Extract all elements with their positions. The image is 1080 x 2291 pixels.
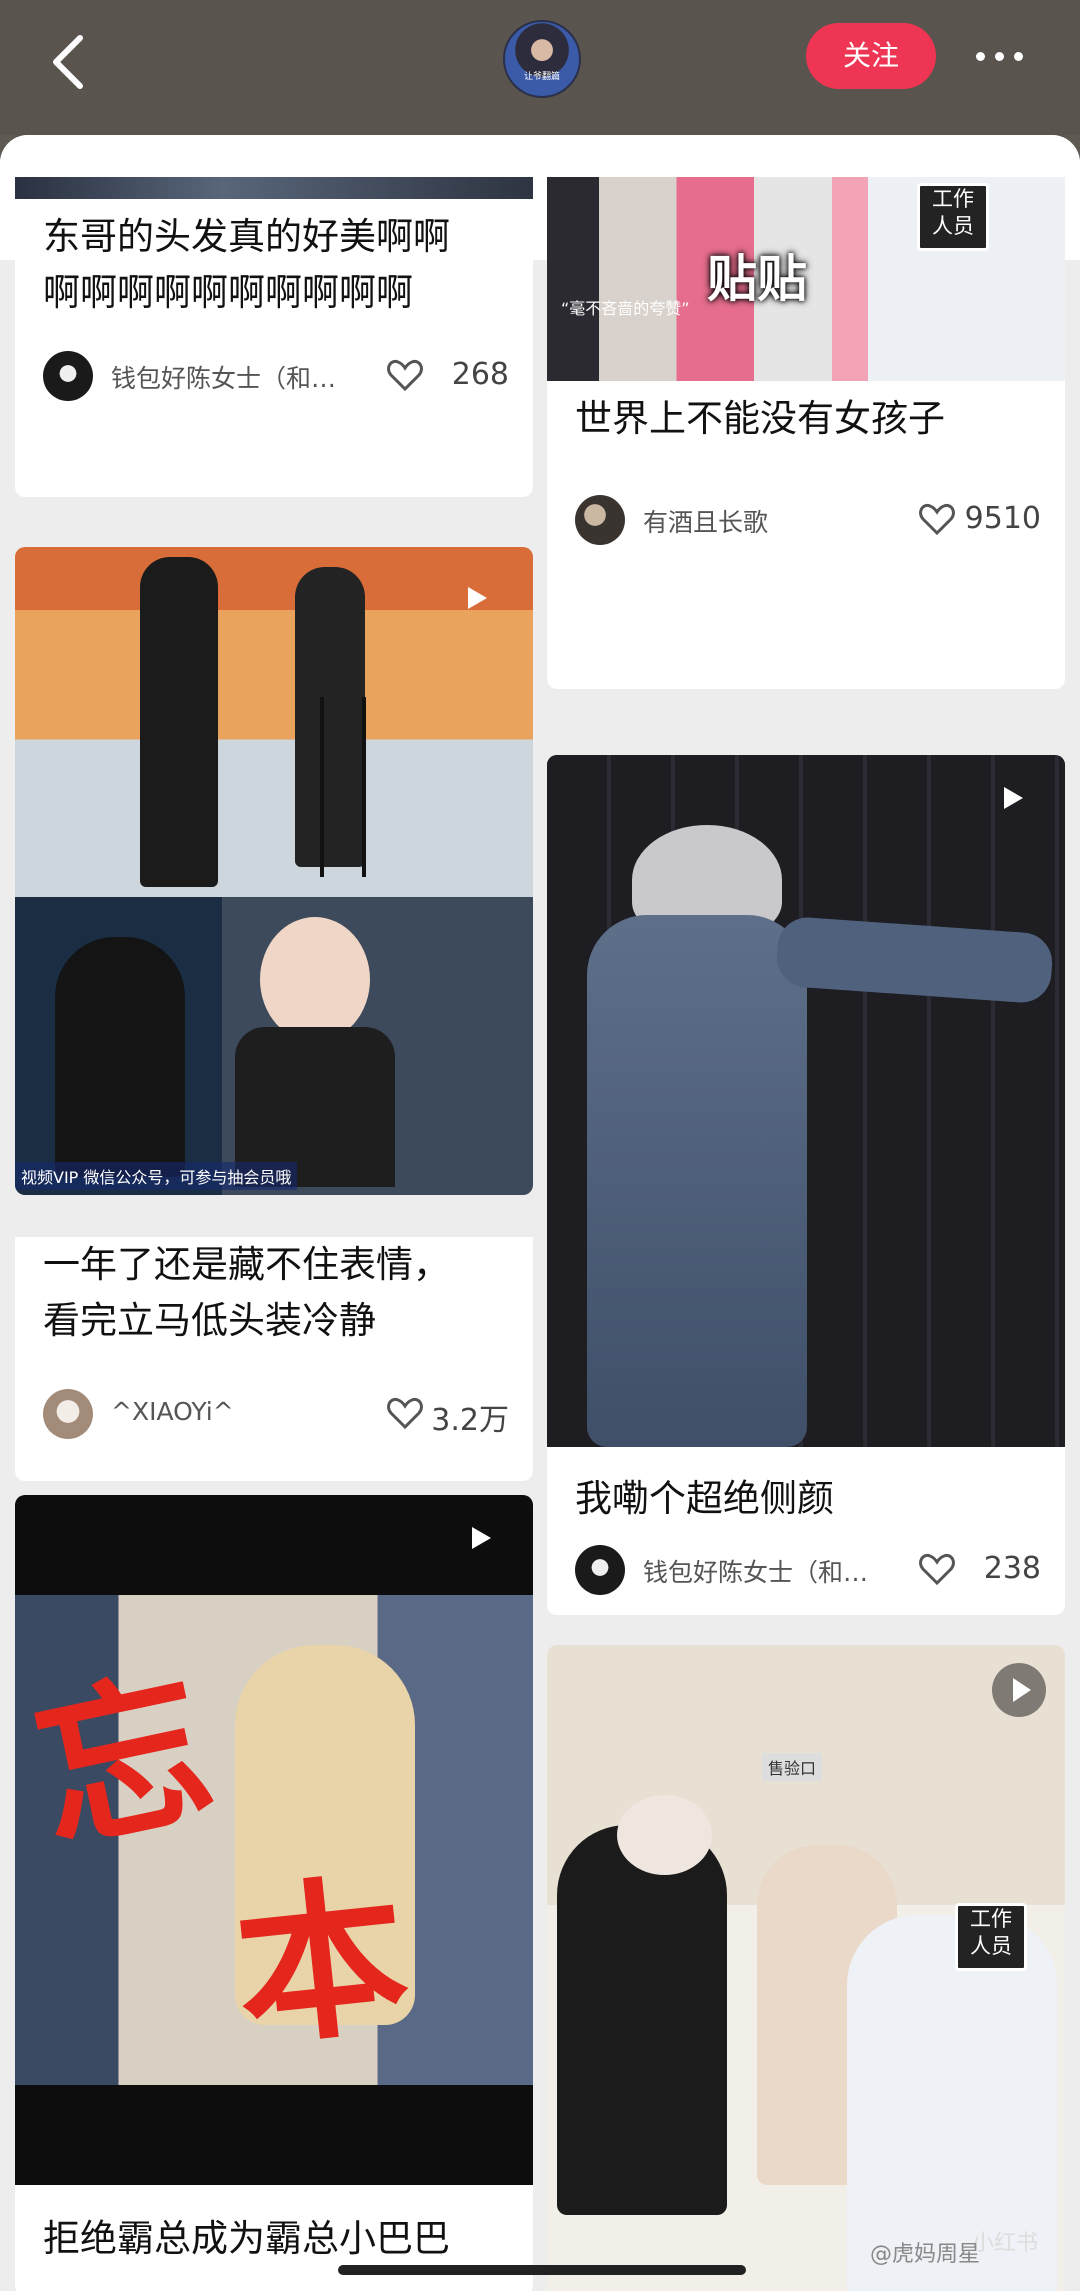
note-image-lower: 视频VIP 微信公众号，可参与抽会员哦 [15,897,533,1195]
staff-badge: 工作 人员 [955,1903,1027,1971]
user-avatar[interactable] [575,1545,625,1595]
person-face [260,917,370,1042]
user-name[interactable]: 有酒且长歌 [643,503,768,539]
image-overlay-text: 贴贴 [707,250,807,308]
like-count: 3.2万 [431,1403,509,1438]
watermark: 小红书 [972,2231,1039,2256]
staff-badge: 工作 人员 [917,183,989,251]
like-count: 268 [451,357,509,392]
user-avatar[interactable] [43,351,93,401]
content-panel: 笔记 收藏 东哥的头发真的好美啊啊 啊啊啊啊啊啊啊啊啊啊 钱包好陈女士（和… 2… [0,135,1080,2291]
note-card[interactable]: 贴贴 “毫不吝啬的夸赞” 工作 人员 世界上不能没有女孩子 有酒且长歌 9510 [547,177,1065,689]
note-card-caption-block[interactable]: 一年了还是藏不住表情， 看完立马低头装冷静 ^XIAOYi^ 3.2万 [15,1237,533,1481]
heart-icon[interactable] [387,1397,423,1429]
note-meta: 钱包好陈女士（和… 238 [575,1543,1041,1597]
more-dots-icon[interactable] [976,52,1023,61]
play-icon[interactable] [467,1525,493,1551]
note-image [15,177,533,199]
person-figure [140,557,218,887]
window-sign: 售验口 [762,1753,823,1781]
person-hair [617,1795,712,1875]
note-title: 拒绝霸总成为霸总小巴巴 [43,2217,450,2260]
note-card[interactable]: 我嘞个超绝侧颜 钱包好陈女士（和… 238 [547,755,1065,1615]
play-icon[interactable] [992,1663,1046,1717]
person-arm [774,915,1055,1005]
play-icon[interactable] [999,785,1025,811]
person-figure [587,915,807,1447]
note-image [547,755,1065,1447]
user-name[interactable]: ^XIAOYi^ [111,1397,234,1426]
image-caption: “毫不吝啬的夸赞” [561,299,690,318]
note-card[interactable]: 忘 本 拒绝霸总成为霸总小巴巴 [15,1495,533,2291]
note-image: 贴贴 “毫不吝啬的夸赞” 工作 人员 [547,177,1065,381]
note-card[interactable]: 售验口 工作 人员 小红书 [547,1645,1065,2291]
user-name[interactable]: 钱包好陈女士（和… [111,359,336,395]
note-meta: ^XIAOYi^ 3.2万 [43,1387,509,1441]
like-count: 238 [983,1551,1041,1586]
note-title: 东哥的头发真的好美啊啊 啊啊啊啊啊啊啊啊啊啊 [43,215,450,314]
note-title: 一年了还是藏不住表情， 看完立马低头装冷静 [43,1243,450,1342]
note-image: 售验口 工作 人员 小红书 [547,1645,1065,2291]
avatar-caption: 让爷翻篇 [523,72,560,82]
play-icon[interactable] [463,585,489,611]
person-figure [55,937,185,1177]
profile-avatar[interactable]: 让爷翻篇 [503,20,581,98]
follow-button[interactable]: 关注 [806,23,936,89]
note-title: 我嘞个超绝侧颜 [575,1477,834,1520]
heart-icon[interactable] [919,1553,955,1585]
top-bar: 让爷翻篇 关注 [0,0,1080,135]
note-card[interactable]: 视频VIP 微信公众号，可参与抽会员哦 [15,547,533,1195]
note-meta: 有酒且长歌 9510 [575,493,1041,547]
image-overlay-text: 本 [226,1856,417,2072]
note-meta: 钱包好陈女士（和… 268 [43,349,509,403]
chevron-left-icon[interactable] [44,30,94,94]
user-name[interactable]: 钱包好陈女士（和… [643,1553,868,1589]
note-title: 世界上不能没有女孩子 [575,397,945,440]
note-image: 忘 本 [15,1495,533,2185]
user-avatar[interactable] [43,1389,93,1439]
heart-icon[interactable] [387,359,423,391]
camera-tripod [320,697,366,877]
note-card[interactable]: 东哥的头发真的好美啊啊 啊啊啊啊啊啊啊啊啊啊 钱包好陈女士（和… 268 [15,177,533,497]
heart-icon[interactable] [919,503,955,535]
image-overlay-text: 视频VIP 微信公众号，可参与抽会员哦 [15,1162,298,1190]
note-image [15,547,533,897]
footer-watermark: @虎妈周星 [870,2242,981,2267]
person-figure [557,1825,727,2215]
user-avatar[interactable] [575,495,625,545]
like-count: 9510 [964,501,1041,536]
home-indicator[interactable] [338,2265,746,2275]
